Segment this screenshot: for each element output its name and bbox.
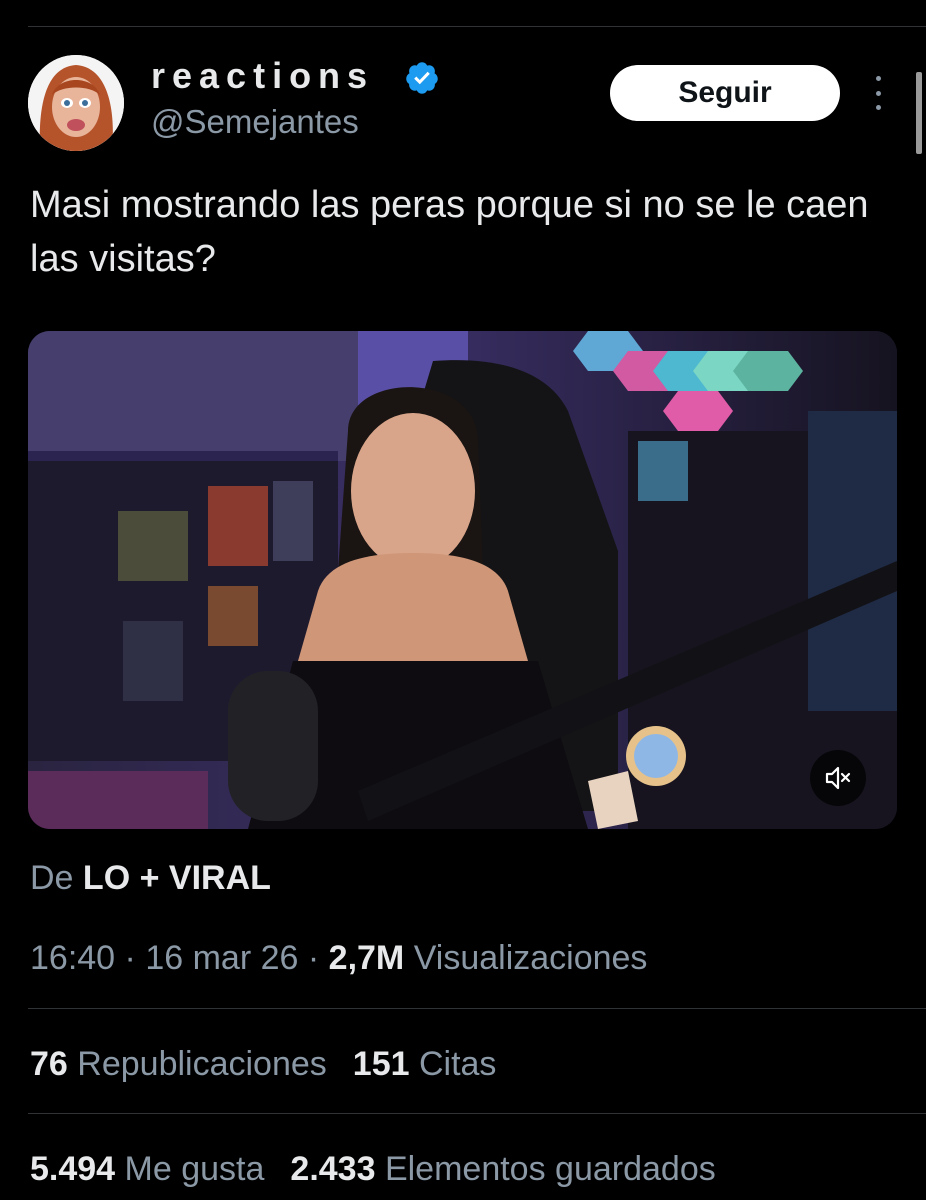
reposts-count: 76 (30, 1045, 68, 1083)
source-prefix: De (30, 859, 74, 897)
scrollbar[interactable] (916, 72, 922, 154)
follow-button[interactable]: Seguir (610, 65, 840, 121)
source-attribution[interactable]: De LO + VIRAL (30, 858, 271, 898)
likes-link[interactable]: 5.494 Me gusta (30, 1150, 264, 1188)
views-count: 2,7M (328, 939, 405, 977)
mute-toggle[interactable] (810, 750, 866, 806)
bookmarks-count: 2.433 (290, 1150, 376, 1188)
stats-row-reposts: 76 Republicaciones 151 Citas (30, 1043, 496, 1085)
top-divider (28, 26, 926, 27)
speaker-muted-icon (825, 766, 851, 790)
handle[interactable]: @Semejantes (151, 102, 359, 142)
likes-count: 5.494 (30, 1150, 116, 1188)
quotes-link[interactable]: 151 Citas (353, 1045, 497, 1083)
verified-badge-icon (406, 62, 438, 94)
reposts-link[interactable]: 76 Republicaciones (30, 1045, 327, 1083)
tweet-meta: 16:40 · 16 mar 26 · 2,7M Visualizaciones (30, 937, 647, 979)
video-player[interactable] (28, 331, 897, 829)
meta-separator: · (307, 939, 320, 977)
meta-separator: · (124, 939, 136, 977)
views-label: Visualizaciones (413, 939, 648, 977)
bookmarks-link[interactable]: 2.433 Elementos guardados (290, 1150, 715, 1188)
tweet-date[interactable]: 16 mar 26 (145, 939, 298, 977)
more-options-icon[interactable] (866, 76, 890, 110)
display-name[interactable]: reactions (151, 56, 374, 96)
likes-label: Me gusta (124, 1150, 265, 1188)
quotes-count: 151 (352, 1045, 410, 1083)
quotes-label: Citas (418, 1045, 497, 1083)
tweet-text: Masi mostrando las peras porque si no se… (30, 184, 869, 280)
divider (28, 1008, 926, 1009)
video-thumbnail (28, 331, 897, 829)
source-name[interactable]: LO + VIRAL (83, 859, 271, 897)
avatar[interactable] (28, 55, 124, 151)
reposts-label: Republicaciones (77, 1045, 327, 1083)
divider (28, 1113, 926, 1114)
bookmarks-label: Elementos guardados (384, 1150, 716, 1188)
tweet-time[interactable]: 16:40 (30, 939, 115, 977)
stats-row-likes: 5.494 Me gusta 2.433 Elementos guardados (30, 1148, 716, 1190)
